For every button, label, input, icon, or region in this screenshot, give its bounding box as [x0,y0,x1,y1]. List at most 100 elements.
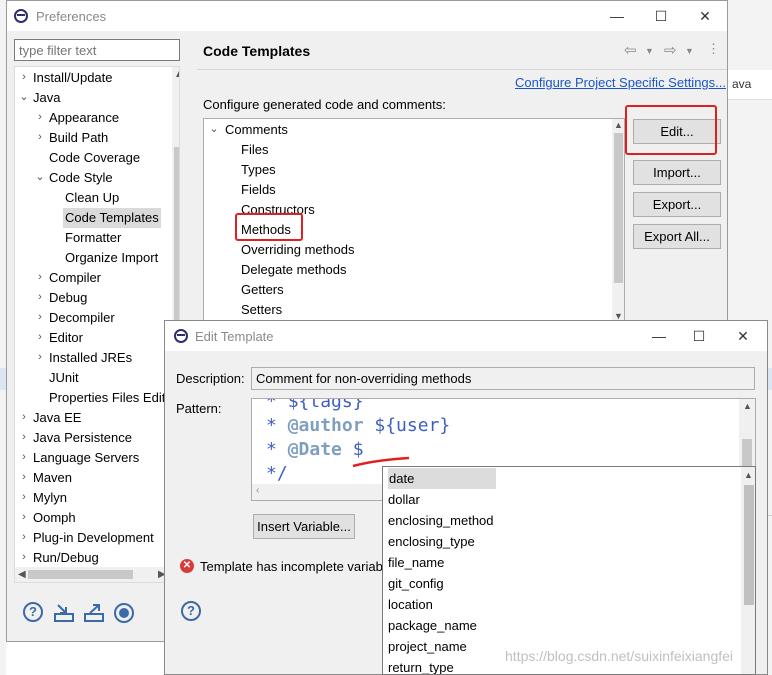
template-item[interactable]: Files [241,140,268,160]
template-item[interactable]: Comments [225,120,288,140]
autocomplete-item[interactable]: enclosing_method [388,510,494,531]
tree-item[interactable]: Java [33,88,60,108]
tree-item[interactable]: Appearance [49,108,119,128]
autocomplete-item[interactable]: package_name [388,615,477,636]
collapsed-arrow-icon[interactable]: › [19,71,29,83]
tree-hscroll-thumb[interactable] [28,570,133,579]
minimize-button[interactable]: — [637,321,681,351]
export-all-button[interactable]: Export All... [633,224,721,249]
tree-item[interactable]: Java EE [33,408,81,428]
help-icon[interactable]: ? [23,602,43,622]
collapsed-arrow-icon[interactable]: › [35,351,45,363]
description-field[interactable]: Comment for non-overriding methods [251,367,755,390]
autocomplete-item[interactable]: file_name [388,552,444,573]
collapsed-arrow-icon[interactable]: › [19,451,29,463]
collapsed-arrow-icon[interactable]: › [19,511,29,523]
import-preferences-icon[interactable] [53,602,75,624]
tree-item-label: Code Templates [65,210,159,225]
close-button[interactable]: ✕ [721,321,765,351]
tree-item[interactable]: Maven [33,468,72,488]
autocomplete-item[interactable]: enclosing_type [388,531,475,552]
collapsed-arrow-icon[interactable]: › [35,271,45,283]
collapsed-arrow-icon[interactable]: › [19,411,29,423]
export-preferences-icon[interactable] [83,602,105,624]
collapsed-arrow-icon[interactable]: › [19,551,29,563]
filter-input[interactable] [14,39,180,61]
tree-item[interactable]: Mylyn [33,488,67,508]
autocomplete-item[interactable]: return_type [388,657,454,674]
autocomplete-item[interactable]: dollar [388,489,420,510]
collapsed-arrow-icon[interactable]: › [19,471,29,483]
preferences-title: Preferences [36,9,107,24]
tree-item-label: JUnit [49,370,79,385]
popup-scroll-thumb[interactable] [744,485,754,605]
oomph-record-icon[interactable] [113,602,135,624]
tree-item[interactable]: Java Persistence [33,428,132,448]
maximize-button[interactable]: ☐ [677,321,721,351]
autocomplete-item[interactable]: git_config [388,573,444,594]
tree-item[interactable]: Installed JREs [49,348,132,368]
expanded-arrow-icon[interactable]: ⌄ [35,170,45,183]
help-icon[interactable]: ? [181,601,201,621]
scroll-left-icon[interactable]: ‹ [256,485,259,496]
pattern-scroll-thumb[interactable] [742,439,752,469]
tree-item[interactable]: Run/Debug [33,548,99,568]
template-item[interactable]: Getters [241,280,284,300]
tree-item[interactable]: Properties Files Edit [49,388,165,408]
scroll-up-icon[interactable]: ▲ [743,401,752,411]
template-item[interactable]: Types [241,160,276,180]
tree-item[interactable]: Compiler [49,268,101,288]
tree-item[interactable]: Language Servers [33,448,139,468]
tree-item[interactable]: Code Style [49,168,113,188]
back-dropdown-icon[interactable]: ▼ [645,46,654,56]
tree-item[interactable]: Debug [49,288,87,308]
view-menu-icon[interactable]: ⋮ [707,41,720,57]
tree-item[interactable]: Organize Import [65,248,158,268]
scroll-up-icon[interactable]: ▲ [744,470,753,480]
forward-dropdown-icon[interactable]: ▼ [685,46,694,56]
tree-item[interactable]: Oomph [33,508,76,528]
collapsed-arrow-icon[interactable]: › [19,531,29,543]
collapsed-arrow-icon[interactable]: › [35,311,45,323]
scroll-up-icon[interactable]: ▲ [614,120,623,130]
tree-item[interactable]: Code Templates [63,208,161,228]
import-button[interactable]: Import... [633,160,721,185]
background-editor-tab[interactable]: ava [728,70,772,100]
tree-item[interactable]: Decompiler [49,308,115,328]
autocomplete-item[interactable]: location [388,594,433,615]
maximize-button[interactable]: ☐ [639,1,683,31]
scroll-left-icon[interactable]: ◀ [18,569,26,580]
template-item[interactable]: Overriding methods [241,240,354,260]
tree-item[interactable]: JUnit [49,368,79,388]
autocomplete-item[interactable]: project_name [388,636,467,657]
collapsed-arrow-icon[interactable]: › [35,131,45,143]
tree-item[interactable]: Formatter [65,228,121,248]
tree-item-label: Install/Update [33,70,113,85]
insert-variable-button[interactable]: Insert Variable... [253,514,355,539]
templates-scroll-thumb[interactable] [614,133,623,283]
collapsed-arrow-icon[interactable]: › [19,491,29,503]
tree-item[interactable]: Clean Up [65,188,119,208]
autocomplete-item[interactable]: date [388,468,496,489]
collapsed-arrow-icon[interactable]: › [35,111,45,123]
template-item[interactable]: Delegate methods [241,260,347,280]
tree-item[interactable]: Plug-in Development [33,528,154,548]
template-item[interactable]: Fields [241,180,276,200]
forward-arrow-icon[interactable]: ⇨ [664,41,677,59]
expanded-arrow-icon[interactable]: ⌄ [209,122,219,135]
collapsed-arrow-icon[interactable]: › [35,331,45,343]
template-item[interactable]: Setters [241,300,282,320]
back-arrow-icon[interactable]: ⇦ [624,41,637,59]
tree-item[interactable]: Build Path [49,128,108,148]
tree-item[interactable]: Install/Update [33,68,113,88]
collapsed-arrow-icon[interactable]: › [19,431,29,443]
scroll-up-icon[interactable]: ▲ [174,69,179,80]
collapsed-arrow-icon[interactable]: › [35,291,45,303]
minimize-button[interactable]: — [595,1,639,31]
close-button[interactable]: ✕ [683,1,727,31]
tree-item[interactable]: Editor [49,328,83,348]
expanded-arrow-icon[interactable]: ⌄ [19,90,29,103]
configure-project-link[interactable]: Configure Project Specific Settings... [515,75,726,90]
tree-item[interactable]: Code Coverage [49,148,140,168]
export-button[interactable]: Export... [633,192,721,217]
